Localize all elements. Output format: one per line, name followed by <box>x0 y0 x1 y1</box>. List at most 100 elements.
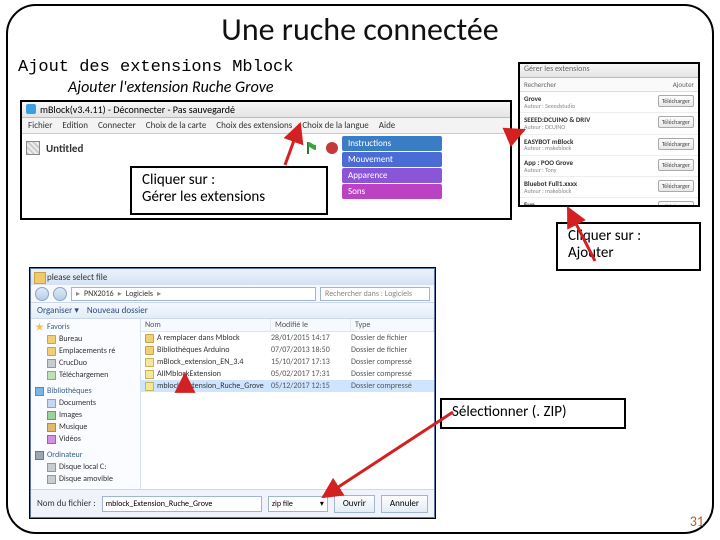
ext-row[interactable]: EASYBOT mBlockAuteur : makeblockTéléchar… <box>520 135 698 156</box>
download-button[interactable]: Télécharger <box>658 95 694 107</box>
chevron-right-icon: ▸ <box>157 289 161 299</box>
sidebar-item-label: Documents <box>59 398 96 408</box>
file-name: mBlock_extension_EN_3.4 <box>157 357 243 367</box>
folder-icon <box>47 335 56 344</box>
sidebar-favorites-header: Favoris <box>33 321 138 333</box>
menu-choix-carte[interactable]: Choix de la carte <box>146 120 207 131</box>
search-input[interactable]: Rechercher dans : Logiciels <box>320 287 430 301</box>
download-button[interactable]: Télécharger <box>658 116 694 128</box>
breadcrumb[interactable]: ▸ PNX2016 ▸ Logiciels ▸ <box>71 287 316 301</box>
sidebar-item-images[interactable]: Images <box>33 409 138 421</box>
open-button[interactable]: Ouvrir <box>334 495 375 513</box>
extensions-panel: Gérer les extensions Rechercher Ajouter … <box>518 62 700 207</box>
sidebar-libraries-header: Bibliothèques <box>33 385 138 397</box>
file-row-selected[interactable]: mblock_Extension_Ruche_Grove05/12/2017 1… <box>141 380 434 392</box>
file-row[interactable]: A remplacer dans Mblock28/01/2015 14:17D… <box>141 332 434 344</box>
ext-row[interactable]: GroveAuteur : SeeedstudioTélécharger <box>520 92 698 113</box>
ext-row[interactable]: Bluebot Full1.xxxxAuteur : makeblockTélé… <box>520 177 698 198</box>
ext-search[interactable]: Rechercher <box>524 80 556 89</box>
filter-select[interactable]: zip file▾ <box>268 496 328 512</box>
category-instructions[interactable]: Instructions <box>342 136 442 151</box>
fullscreen-icon[interactable] <box>26 141 40 155</box>
sidebar-item-bureau[interactable]: Bureau <box>33 333 138 345</box>
folder-icon <box>47 347 56 356</box>
category-mouvement[interactable]: Mouvement <box>342 152 442 167</box>
zip-icon <box>145 382 154 391</box>
subtitle-1: Ajout des extensions Mblock <box>18 58 293 77</box>
callout-select-zip: Sélectionner (. ZIP) <box>440 398 626 429</box>
image-icon <box>47 411 56 420</box>
sidebar-item-musique[interactable]: Musique <box>33 421 138 433</box>
sidebar-item-documents[interactable]: Documents <box>33 397 138 409</box>
file-type: Dossier compressé <box>351 381 434 391</box>
col-type[interactable]: Type <box>351 319 434 331</box>
download-button[interactable]: Télécharger <box>658 159 694 171</box>
sidebar-item-crucduo[interactable]: CrucDuo <box>33 357 138 369</box>
disk-icon <box>47 359 56 368</box>
file-date: 28/01/2015 14:17 <box>271 333 351 343</box>
ext-row[interactable]: SEEED:DCUINO & DRIVAuteur : DCUINOTéléch… <box>520 113 698 134</box>
music-icon <box>47 423 56 432</box>
menu-choix-extensions[interactable]: Choix des extensions <box>216 120 292 131</box>
new-folder-button[interactable]: Nouveau dossier <box>87 305 148 316</box>
cancel-button[interactable]: Annuler <box>381 495 428 513</box>
ext-author: Auteur : DCUINO <box>524 124 590 131</box>
menu-choix-langue[interactable]: Choix de la langue <box>302 120 368 131</box>
ext-row[interactable]: FunAuteur : makeblockTélécharger <box>520 198 698 205</box>
callout-line: Gérer les extensions <box>142 189 316 206</box>
mblock-titlebar: mBlock(v3.4.11) - Déconnecter - Pas sauv… <box>22 102 510 118</box>
file-row[interactable]: Bibliothèques Arduino07/07/2013 18:50Dos… <box>141 344 434 356</box>
filter-value: zip file <box>272 499 293 509</box>
category-sons[interactable]: Sons <box>342 184 442 199</box>
sidebar-item-emplacements[interactable]: Emplacements ré <box>33 345 138 357</box>
menu-fichier[interactable]: Fichier <box>28 120 52 131</box>
breadcrumb-item[interactable]: PNX2016 <box>84 289 114 299</box>
col-modified[interactable]: Modifié le <box>271 319 351 331</box>
sidebar-item-downloads[interactable]: Téléchargemen <box>33 369 138 381</box>
file-date: 05/12/2017 12:15 <box>271 381 351 391</box>
file-columns: Nom Modifié le Type <box>141 319 434 332</box>
breadcrumb-item[interactable]: Logiciels <box>126 289 153 299</box>
video-icon <box>47 435 56 444</box>
file-date: 07/07/2013 18:50 <box>271 345 351 355</box>
col-name[interactable]: Nom <box>141 319 271 331</box>
stop-icon[interactable] <box>326 142 338 154</box>
sidebar-item-label: Disque local C: <box>59 462 106 472</box>
sidebar-item-label: Musique <box>59 422 87 432</box>
ext-add-button[interactable]: Ajouter <box>673 80 694 89</box>
sidebar-item-label: Vidéos <box>59 434 81 444</box>
sidebar-item-label: Emplacements ré <box>59 346 115 356</box>
sidebar-item-disk-c[interactable]: Disque local C: <box>33 461 138 473</box>
file-type: Dossier compressé <box>351 369 434 379</box>
callout-line: Sélectionner (. ZIP) <box>452 403 567 421</box>
callout-line: Cliquer sur : <box>142 172 316 189</box>
menu-connecter[interactable]: Connecter <box>98 120 136 131</box>
nav-forward-icon[interactable] <box>53 287 67 301</box>
sidebar-item-removable[interactable]: Disque amovible <box>33 473 138 485</box>
sidebar-label: Ordinateur <box>47 450 83 460</box>
nav-back-icon[interactable] <box>35 287 49 301</box>
file-name: A remplacer dans Mblock <box>157 333 240 343</box>
filename-input[interactable]: mblock_Extension_Ruche_Grove <box>102 496 262 512</box>
file-row[interactable]: mBlock_extension_EN_3.415/10/2017 17:13D… <box>141 356 434 368</box>
ext-titlebar: Gérer les extensions <box>520 64 698 78</box>
file-titlebar: please select file <box>31 269 434 285</box>
download-button[interactable]: Télécharger <box>658 138 694 150</box>
green-flag-icon[interactable] <box>306 141 320 155</box>
ext-row[interactable]: App : POO GroveAuteur : TonyTélécharger <box>520 156 698 177</box>
zip-icon <box>145 370 154 379</box>
download-button[interactable]: Télécharger <box>658 201 694 205</box>
ext-author: Auteur : makeblock <box>524 188 577 195</box>
sidebar-item-videos[interactable]: Vidéos <box>33 433 138 445</box>
file-row[interactable]: AllMblockExtension05/02/2017 17:31Dossie… <box>141 368 434 380</box>
category-apparence[interactable]: Apparence <box>342 168 442 183</box>
organize-button[interactable]: Organiser ▾ <box>37 305 79 316</box>
menu-edition[interactable]: Edition <box>62 120 88 131</box>
menu-aide[interactable]: Aide <box>379 120 395 131</box>
zip-icon <box>145 358 154 367</box>
ext-name: Fun <box>524 201 571 205</box>
sidebar-label: Bibliothèques <box>47 386 92 396</box>
filename-label: Nom du fichier : <box>37 498 96 509</box>
sidebar-item-label: Images <box>59 410 82 420</box>
download-button[interactable]: Télécharger <box>658 180 694 192</box>
